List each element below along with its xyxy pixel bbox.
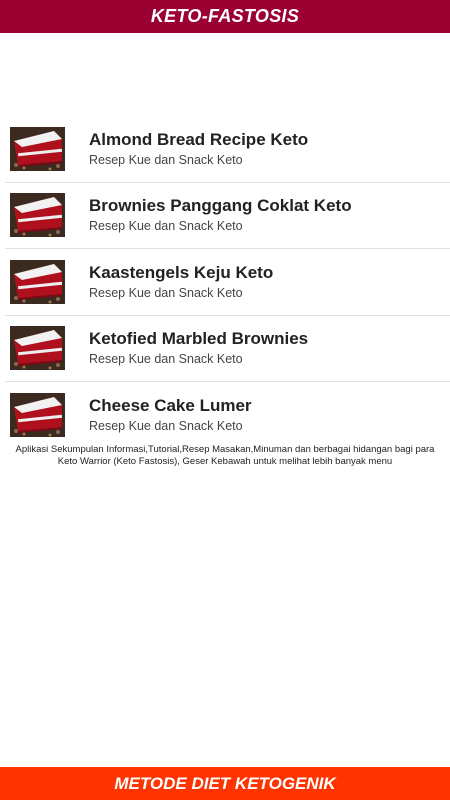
app-title: KETO-FASTOSIS	[150, 6, 300, 26]
list-item-subtitle: Resep Kue dan Snack Keto	[89, 352, 243, 367]
list-item-title: Kaastengels Keju Keto	[89, 262, 274, 282]
list-item[interactable]: Kaastengels Keju Keto Resep Kue dan Snac…	[5, 249, 450, 316]
list-item-title: Cheese Cake Lumer	[89, 396, 252, 416]
list-item-subtitle: Resep Kue dan Snack Keto	[89, 152, 243, 167]
bottom-banner-button[interactable]: METODE DIET KETOGENIK	[0, 767, 450, 800]
cake-thumbnail-icon	[10, 326, 65, 371]
app-header: KETO-FASTOSIS	[0, 0, 450, 33]
list-item[interactable]: Ketofied Marbled Brownies Resep Kue dan …	[5, 316, 450, 382]
list-item[interactable]: Almond Bread Recipe Keto Resep Kue dan S…	[5, 116, 450, 183]
list-item-subtitle: Resep Kue dan Snack Keto	[89, 419, 243, 434]
cake-thumbnail-icon	[10, 259, 65, 304]
cake-thumbnail-icon	[10, 193, 65, 238]
list-item-subtitle: Resep Kue dan Snack Keto	[89, 285, 243, 300]
cake-thumbnail-icon	[10, 393, 65, 438]
list-item-subtitle: Resep Kue dan Snack Keto	[89, 219, 243, 234]
cake-thumbnail-icon	[10, 126, 65, 171]
list-item-title: Brownies Panggang Coklat Keto	[89, 196, 352, 216]
list-item[interactable]: Brownies Panggang Coklat Keto Resep Kue …	[5, 183, 450, 249]
recipe-list: Almond Bread Recipe Keto Resep Kue dan S…	[5, 116, 450, 449]
app-description: Aplikasi Sekumpulan Informasi,Tutorial,R…	[15, 444, 435, 467]
list-item[interactable]: Cheese Cake Lumer Resep Kue dan Snack Ke…	[5, 382, 450, 449]
bottom-banner-label: METODE DIET KETOGENIK	[114, 773, 336, 793]
list-item-title: Ketofied Marbled Brownies	[89, 329, 309, 349]
list-item-title: Almond Bread Recipe Keto	[89, 129, 309, 149]
